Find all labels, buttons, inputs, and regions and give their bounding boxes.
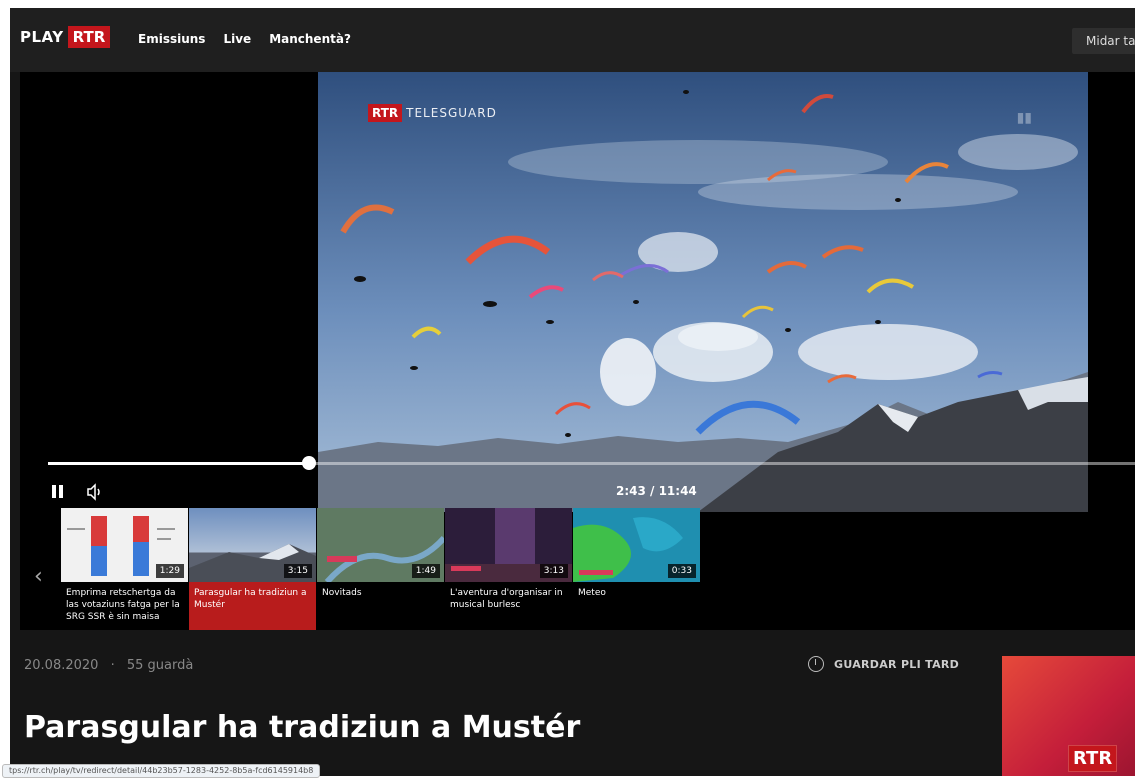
publish-date: 20.08.2020: [24, 658, 99, 673]
rtr-brand-tile[interactable]: RTR: [1002, 656, 1135, 776]
thumbnail-duration: 3:13: [539, 564, 568, 578]
video-title: Parasgular ha tradiziun a Mustér: [24, 710, 581, 745]
paragliders-scene-image: [318, 72, 1088, 512]
nav-emissiuns[interactable]: Emissiuns: [138, 32, 205, 46]
watch-later-label: GUARDAR PLI TARD: [834, 657, 960, 671]
nav-manchenta[interactable]: Manchentà?: [269, 32, 351, 46]
thumbnail-title: Novitads: [322, 588, 362, 598]
thumbnail-image: 3:13: [445, 508, 572, 582]
brand-rtr-badge: RTR: [67, 26, 111, 48]
timecode: 2:43 / 11:44: [616, 484, 697, 498]
video-frame[interactable]: RTR TELESGUARD ▮▮: [318, 72, 1088, 512]
thumbnail-item[interactable]: 1:29 Emprima retschertga da las votaziun…: [61, 508, 188, 630]
view-count: 55 guardà: [126, 658, 194, 673]
search-button[interactable]: Midar ta: [1072, 28, 1135, 54]
thumbnail-duration: 1:49: [411, 564, 440, 578]
play-rtr-logo[interactable]: PLAY RTR: [20, 26, 111, 48]
brand-play-text: PLAY: [20, 28, 64, 46]
thumbnail-duration: 0:33: [667, 564, 696, 578]
thumbnail-title: Meteo: [578, 588, 606, 598]
thumbnail-image: 0:33: [573, 508, 700, 582]
clock-icon: [808, 656, 824, 672]
related-videos-carousel: 1:29 Emprima retschertga da las votaziun…: [61, 508, 701, 630]
thumbnail-item[interactable]: 3:13 L'aventura d'organisar in musical b…: [445, 508, 572, 630]
channel-logo-name: TELESGUARD: [406, 106, 497, 120]
thumbnail-image: 1:29: [61, 508, 188, 582]
thumbnail-item[interactable]: 1:49 Novitads: [317, 508, 444, 630]
progress-fill: [48, 462, 309, 465]
top-navigation-bar: PLAY RTR Emissiuns Live Manchentà? Midar…: [10, 8, 1135, 72]
pause-button[interactable]: [50, 484, 66, 500]
thumbnail-title: Emprima retschertga da las votaziuns fat…: [66, 588, 180, 622]
meta-separator: ·: [110, 658, 115, 673]
thumbnail-duration: 1:29: [155, 564, 184, 578]
thumbnail-title: L'aventura d'organisar in musical burles…: [450, 588, 563, 610]
progress-handle[interactable]: [301, 456, 316, 470]
thumbnail-image: 3:15: [189, 508, 316, 582]
channel-watermark-icon: ▮▮: [1016, 110, 1032, 126]
video-meta: 20.08.2020 · 55 guardà: [24, 658, 193, 673]
thumbnail-item[interactable]: 0:33 Meteo: [573, 508, 700, 630]
channel-logo-badge: RTR: [368, 104, 403, 122]
volume-icon[interactable]: [86, 483, 104, 501]
thumbnail-title: Parasgular ha tradiziun a Mustér: [189, 582, 316, 630]
rtr-logo: RTR: [1068, 745, 1118, 772]
thumbnail-duration: 3:15: [283, 564, 312, 578]
page: PLAY RTR Emissiuns Live Manchentà? Midar…: [10, 8, 1135, 776]
main-nav: Emissiuns Live Manchentà?: [138, 32, 351, 46]
video-player[interactable]: RTR TELESGUARD ▮▮ 2:43 / 11:44 ‹ 1:29 Em…: [20, 72, 1135, 630]
nav-live[interactable]: Live: [223, 32, 251, 46]
progress-bar[interactable]: [48, 456, 1135, 470]
watch-later-button[interactable]: GUARDAR PLI TARD: [808, 656, 959, 672]
channel-logo: RTR TELESGUARD: [368, 104, 497, 122]
chevron-left-icon[interactable]: ‹: [34, 564, 43, 589]
thumbnail-item-active[interactable]: 3:15 Parasgular ha tradiziun a Mustér: [189, 508, 316, 630]
thumbnail-image: 1:49: [317, 508, 444, 582]
